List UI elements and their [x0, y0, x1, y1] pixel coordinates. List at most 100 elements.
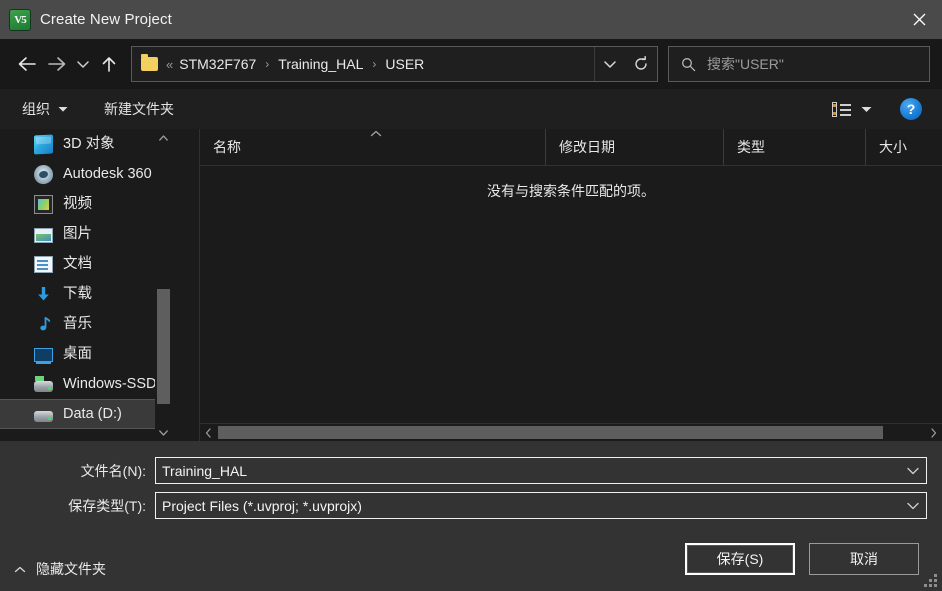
sidebar-item-label: 文档	[63, 255, 92, 272]
organize-label: 组织	[22, 101, 50, 117]
sidebar-item-label: 音乐	[63, 315, 92, 332]
dialog-footer: 文件名(N): Training_HAL 保存类型(T): Project Fi…	[0, 441, 942, 591]
address-bar[interactable]: « STM32F767 › Training_HAL › USER	[131, 46, 658, 82]
pictures-icon	[34, 227, 53, 243]
save-button[interactable]: 保存(S)	[685, 543, 795, 575]
sidebar-item-windows-ssd[interactable]: Windows-SSD	[0, 369, 172, 399]
breadcrumb-item-1[interactable]: Training_HAL	[276, 56, 365, 72]
sidebar-item-3d-objects[interactable]: 3D 对象	[0, 129, 172, 159]
breadcrumb-item-0[interactable]: STM32F767	[177, 56, 258, 72]
recent-locations-button[interactable]	[72, 48, 94, 80]
sidebar-scrollbar[interactable]	[155, 129, 172, 441]
scroll-up-button[interactable]	[155, 129, 172, 146]
column-header-size[interactable]: 大小	[865, 129, 942, 165]
filename-label: 文件名(N):	[80, 462, 146, 479]
cancel-button[interactable]: 取消	[809, 543, 919, 575]
keil-uvision-icon: V5	[10, 9, 30, 30]
filetype-combobox[interactable]: Project Files (*.uvproj; *.uvprojx)	[155, 492, 927, 519]
sidebar-item-music[interactable]: 音乐	[0, 309, 172, 339]
filename-row: 文件名(N): Training_HAL	[0, 457, 927, 484]
sidebar-item-label: 图片	[63, 225, 92, 242]
chevron-right-icon	[931, 427, 937, 438]
column-header-date-modified[interactable]: 修改日期	[545, 129, 723, 165]
sidebar-item-downloads[interactable]: 下载	[0, 279, 172, 309]
navigation-sidebar: 3D 对象 Autodesk 360 视频 图片 文档 下载 音乐 桌面 Win…	[0, 129, 172, 441]
new-folder-label: 新建文件夹	[104, 101, 174, 117]
title-bar: V5 Create New Project	[0, 0, 942, 39]
filename-input[interactable]: Training_HAL	[162, 463, 247, 479]
refresh-button[interactable]	[624, 47, 657, 81]
downloads-icon	[34, 285, 53, 304]
scroll-left-button[interactable]	[200, 424, 217, 441]
hide-folders-toggle[interactable]: 隐藏文件夹	[14, 559, 106, 579]
save-button-label: 保存(S)	[716, 551, 764, 567]
empty-list-message: 没有与搜索条件匹配的项。	[487, 183, 655, 199]
app-icon-glyph: V5	[14, 13, 26, 26]
scroll-right-button[interactable]	[925, 424, 942, 441]
sidebar-item-desktop[interactable]: 桌面	[0, 339, 172, 369]
arrow-left-icon	[18, 57, 36, 71]
sidebar-item-label: 下载	[63, 285, 92, 302]
view-mode-button[interactable]	[826, 101, 878, 117]
breadcrumb-item-2[interactable]: USER	[383, 56, 426, 72]
column-header-name[interactable]: 名称	[200, 129, 545, 165]
forward-button[interactable]	[42, 48, 72, 80]
breadcrumb-separator[interactable]: ›	[365, 57, 383, 71]
sidebar-item-videos[interactable]: 视频	[0, 189, 172, 219]
hide-folders-label: 隐藏文件夹	[36, 561, 106, 577]
file-list-pane: 名称 修改日期 类型 大小 没有与搜索条件匹配的项。	[200, 129, 942, 441]
ssd-drive-icon	[34, 375, 53, 392]
toolbar-right-group: ?	[826, 89, 942, 129]
chevron-up-icon	[159, 134, 168, 141]
column-header-label: 修改日期	[559, 139, 615, 155]
column-header-label: 名称	[213, 139, 241, 155]
help-label: ?	[906, 101, 916, 117]
cube-3d-icon	[34, 134, 53, 154]
documents-icon	[34, 256, 53, 273]
close-button[interactable]	[896, 0, 942, 39]
chevron-down-icon[interactable]	[861, 106, 872, 113]
window-title: Create New Project	[40, 11, 172, 28]
sidebar-item-label: Data (D:)	[63, 405, 122, 422]
pane-splitter[interactable]	[172, 129, 200, 441]
videos-icon	[34, 194, 53, 214]
back-button[interactable]	[12, 48, 42, 80]
organize-button[interactable]: 组织	[16, 95, 74, 123]
hard-drive-icon	[34, 410, 53, 422]
chevron-down-icon[interactable]	[907, 467, 919, 475]
filetype-value[interactable]: Project Files (*.uvproj; *.uvprojx)	[162, 498, 362, 514]
sidebar-item-autodesk-360[interactable]: Autodesk 360	[0, 159, 172, 189]
chevron-down-icon[interactable]	[907, 502, 919, 510]
sidebar-item-label: Windows-SSD	[63, 375, 157, 392]
sidebar-item-data-drive[interactable]: Data (D:)	[0, 399, 172, 429]
new-folder-button[interactable]: 新建文件夹	[98, 95, 180, 123]
chevron-left-icon	[205, 427, 211, 438]
resize-grip-icon[interactable]	[924, 574, 937, 587]
sidebar-item-pictures[interactable]: 图片	[0, 219, 172, 249]
help-button[interactable]: ?	[900, 98, 922, 120]
chevron-up-icon	[14, 566, 26, 573]
sidebar-item-label: 视频	[63, 195, 92, 212]
horizontal-scrollbar-thumb[interactable]	[218, 426, 883, 439]
search-box[interactable]: 搜索"USER"	[668, 46, 930, 82]
breadcrumb-overflow[interactable]: «	[164, 57, 177, 72]
filename-combobox[interactable]: Training_HAL	[155, 457, 927, 484]
filetype-label: 保存类型(T):	[68, 497, 146, 514]
address-dropdown-button[interactable]	[594, 47, 624, 81]
search-input[interactable]: 搜索"USER"	[707, 54, 784, 74]
sidebar-item-documents[interactable]: 文档	[0, 249, 172, 279]
chevron-down-icon	[603, 60, 616, 68]
column-header-type[interactable]: 类型	[723, 129, 865, 165]
autodesk-icon	[32, 162, 55, 186]
desktop-icon	[34, 348, 53, 364]
column-header-label: 类型	[737, 139, 765, 155]
sidebar-scrollbar-thumb[interactable]	[157, 289, 170, 404]
breadcrumb-separator[interactable]: ›	[258, 57, 276, 71]
scroll-down-button[interactable]	[155, 424, 172, 441]
up-button[interactable]	[94, 48, 124, 80]
file-list-horizontal-scrollbar[interactable]	[200, 423, 942, 441]
file-list-header: 名称 修改日期 类型 大小	[200, 129, 942, 166]
dialog-body: 3D 对象 Autodesk 360 视频 图片 文档 下载 音乐 桌面 Win…	[0, 129, 942, 441]
chevron-down-icon	[58, 106, 68, 113]
command-toolbar: 组织 新建文件夹 ?	[0, 89, 942, 129]
